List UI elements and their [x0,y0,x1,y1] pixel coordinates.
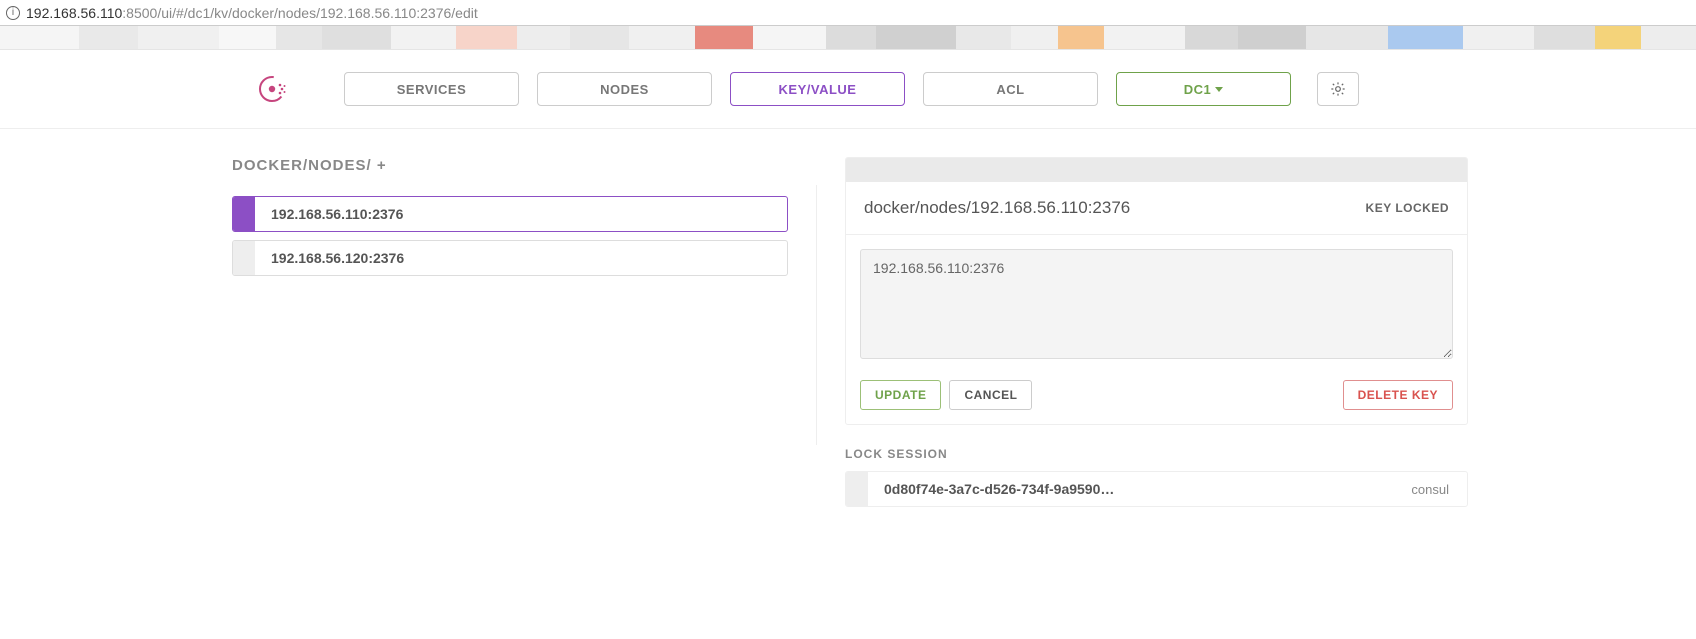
kv-value-textarea[interactable] [860,249,1453,359]
gear-icon [1330,81,1346,97]
vertical-divider [816,185,817,445]
top-navigation: SERVICES NODES KEY/VALUE ACL DC1 [0,50,1696,129]
kv-editor-panel: docker/nodes/192.168.56.110:2376 KEY LOC… [845,157,1468,425]
main-content: DOCKER/NODES/ + 192.168.56.110:2376192.1… [228,129,1468,507]
editor-header-bar [846,158,1467,182]
breadcrumb-new-key[interactable]: + [372,157,387,174]
kv-list-item[interactable]: 192.168.56.120:2376 [232,240,788,276]
kv-list-item[interactable]: 192.168.56.110:2376 [232,196,788,232]
breadcrumb: DOCKER/NODES/ + [232,157,788,174]
lock-session-row[interactable]: 0d80f74e-3a7c-d526-734f-9a9590… consul [845,471,1468,507]
update-button[interactable]: UPDATE [860,380,941,410]
kv-item-accent [233,197,255,231]
nav-key-value[interactable]: KEY/VALUE [730,72,905,106]
breadcrumb-seg-docker[interactable]: DOCKER/ [232,157,308,174]
lock-session-node: consul [1411,482,1467,497]
consul-logo-icon [258,75,286,103]
breadcrumb-seg-nodes[interactable]: NODES/ [308,157,372,174]
lock-session-id: 0d80f74e-3a7c-d526-734f-9a9590… [868,481,1411,497]
delete-key-button[interactable]: DELETE KEY [1343,380,1453,410]
lock-session-heading: LOCK SESSION [845,447,1468,461]
chevron-down-icon [1215,87,1223,92]
key-locked-label: KEY LOCKED [1366,201,1449,215]
nav-services[interactable]: SERVICES [344,72,519,106]
kv-item-label: 192.168.56.120:2376 [255,250,404,266]
nav-acl[interactable]: ACL [923,72,1098,106]
info-icon: i [6,6,20,20]
editor-key-path: docker/nodes/192.168.56.110:2376 [864,198,1130,218]
cancel-button[interactable]: CANCEL [949,380,1032,410]
browser-url-bar[interactable]: i 192.168.56.110:8500/ui/#/dc1/kv/docker… [0,0,1696,26]
browser-bookmark-bar [0,26,1696,50]
lock-session-section: LOCK SESSION 0d80f74e-3a7c-d526-734f-9a9… [845,447,1468,507]
lock-session-accent [846,472,868,506]
nav-nodes[interactable]: NODES [537,72,712,106]
nav-datacenter-select[interactable]: DC1 [1116,72,1291,106]
kv-item-label: 192.168.56.110:2376 [255,206,403,222]
url-text: 192.168.56.110:8500/ui/#/dc1/kv/docker/n… [26,5,478,21]
kv-key-list: 192.168.56.110:2376 192.168.56.120:2376 [232,196,788,276]
kv-item-accent [233,241,255,275]
settings-button[interactable] [1317,72,1359,106]
